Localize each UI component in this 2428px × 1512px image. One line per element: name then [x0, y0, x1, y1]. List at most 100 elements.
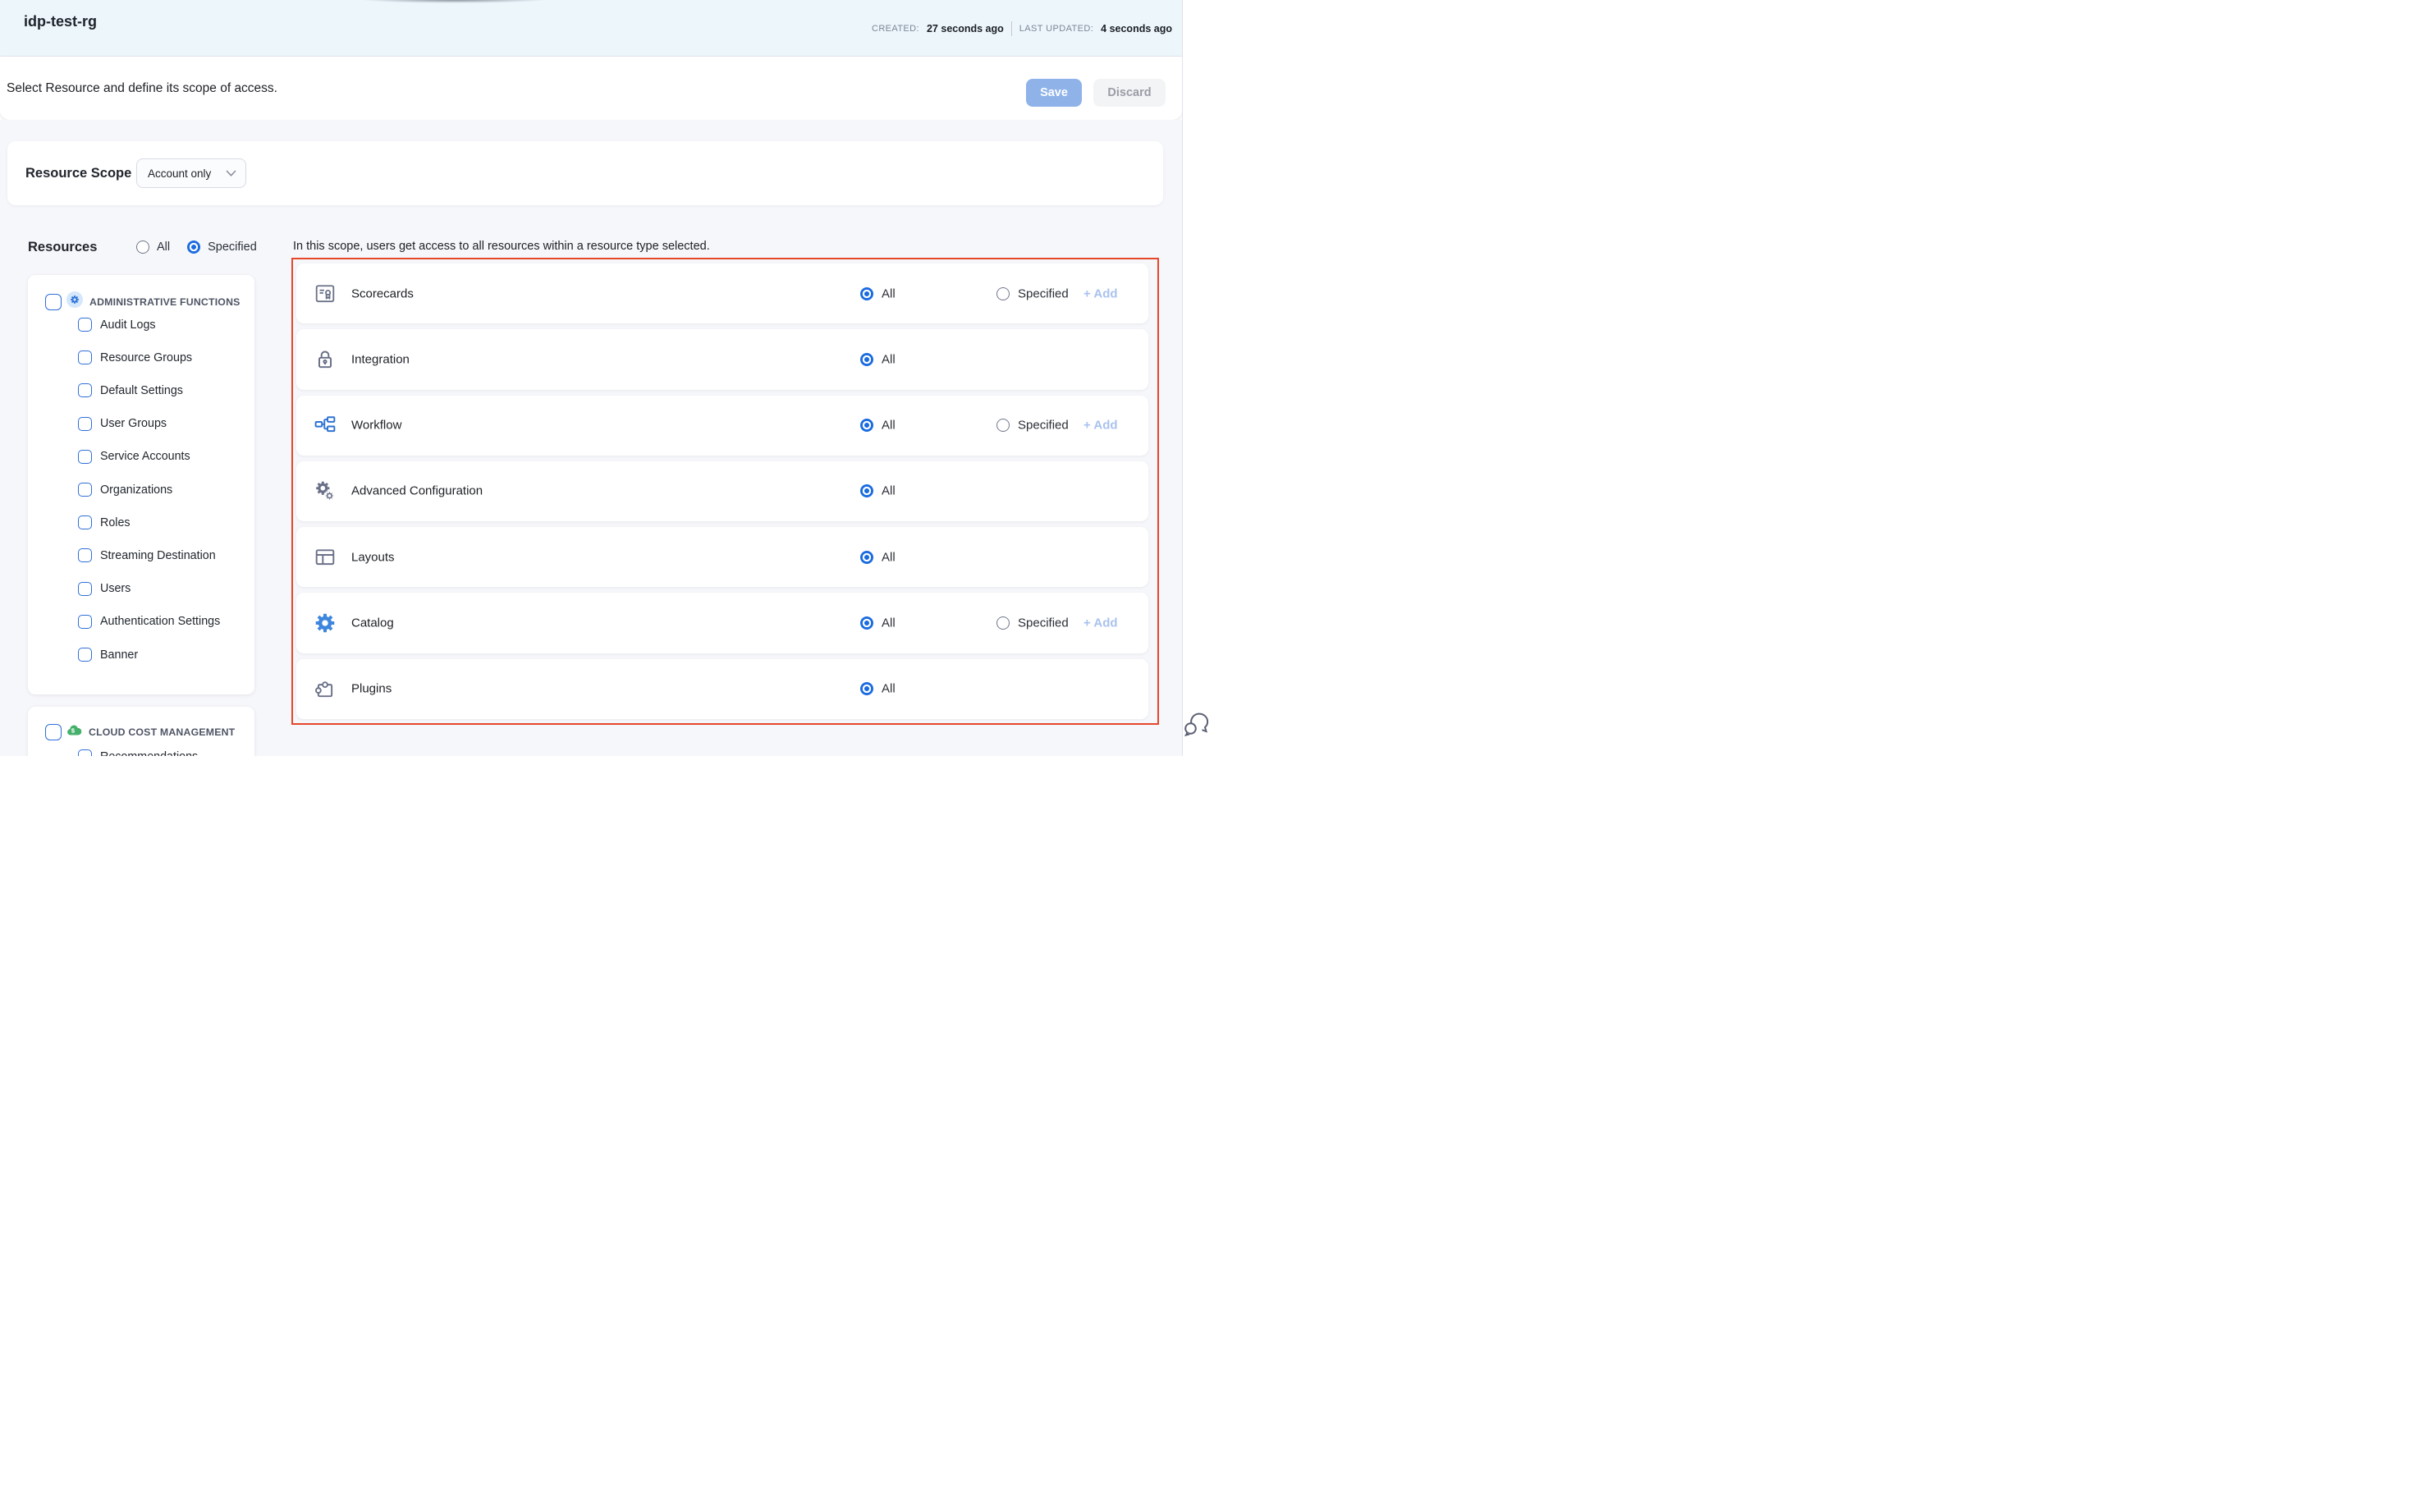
- specified-label: Specified: [1018, 419, 1069, 433]
- scope-description: In this scope, users get access to all r…: [293, 240, 710, 253]
- last-updated-value: 4 seconds ago: [1101, 23, 1172, 34]
- resources-header: Resources All Specified: [28, 238, 257, 256]
- all-radio[interactable]: [860, 419, 873, 432]
- item-checkbox[interactable]: [78, 548, 92, 562]
- resource-group-card: ADMINISTRATIVE FUNCTIONSAudit LogsResour…: [28, 275, 254, 694]
- all-label: All: [882, 352, 896, 366]
- page-header: idp-test-rg CREATED: 27 seconds ago LAST…: [0, 0, 1182, 57]
- resource-scope-dropdown[interactable]: Account only: [136, 158, 246, 188]
- gear-badge-icon: [66, 291, 83, 312]
- resource-item: Recommendations: [28, 749, 254, 756]
- add-link[interactable]: + Add: [1083, 616, 1118, 630]
- specified-radio[interactable]: [996, 287, 1010, 300]
- action-bar-description: Select Resource and define its scope of …: [7, 57, 277, 120]
- item-checkbox[interactable]: [78, 483, 92, 497]
- item-checkbox[interactable]: [78, 417, 92, 431]
- layout-icon: [314, 547, 336, 568]
- all-label: All: [882, 484, 896, 498]
- resource-type-name: Layouts: [351, 550, 395, 564]
- last-updated-label: LAST UPDATED:: [1019, 24, 1093, 34]
- resources-specified-radio[interactable]: [187, 241, 200, 254]
- add-link[interactable]: + Add: [1083, 286, 1118, 300]
- item-checkbox[interactable]: [78, 351, 92, 364]
- catalog-gear-icon: [314, 612, 336, 634]
- all-radio[interactable]: [860, 682, 873, 695]
- item-checkbox[interactable]: [78, 318, 92, 332]
- right-gutter: [1182, 0, 1214, 756]
- item-label: Streaming Destination: [100, 549, 216, 562]
- resource-type-name: Workflow: [351, 419, 401, 433]
- chat-bubbles-icon[interactable]: [1184, 710, 1212, 736]
- resource-group-header: $ CLOUD COST MANAGEMENT: [28, 723, 254, 741]
- content-area: Resource Scope Account only Resources Al…: [0, 120, 1182, 756]
- item-label: Service Accounts: [100, 450, 190, 463]
- item-checkbox[interactable]: [78, 582, 92, 596]
- resource-type-name: Integration: [351, 352, 410, 366]
- created-value: 27 seconds ago: [927, 23, 1004, 34]
- specified-label: Specified: [1018, 616, 1069, 630]
- item-checkbox[interactable]: [78, 450, 92, 464]
- resource-type-row: Advanced Configuration All: [296, 461, 1148, 521]
- chevron-down-icon: [226, 170, 236, 177]
- resources-specified-label: Specified: [208, 241, 257, 254]
- item-checkbox[interactable]: [78, 515, 92, 529]
- main-column: idp-test-rg CREATED: 27 seconds ago LAST…: [0, 0, 1182, 756]
- resource-types-highlight-box: ScorecardsAllSpecified+ AddIntegrationAl…: [291, 258, 1159, 725]
- resource-type-row: Integration All: [296, 329, 1148, 389]
- item-checkbox[interactable]: [78, 615, 92, 629]
- resource-item: Roles: [28, 515, 254, 529]
- resource-scope-card: Resource Scope Account only: [7, 141, 1163, 205]
- item-label: Resource Groups: [100, 351, 192, 364]
- all-radio[interactable]: [860, 287, 873, 300]
- resource-type-row: PluginsAll: [296, 659, 1148, 719]
- resources-all-radio[interactable]: [136, 241, 149, 254]
- resource-item: Resource Groups: [28, 351, 254, 364]
- all-radio[interactable]: [860, 616, 873, 630]
- group-name: CLOUD COST MANAGEMENT: [89, 726, 235, 738]
- specified-radio[interactable]: [996, 616, 1010, 630]
- meta-divider: [1011, 21, 1012, 36]
- lock-icon: [314, 349, 336, 370]
- created-label: CREATED:: [872, 24, 919, 34]
- all-radio[interactable]: [860, 484, 873, 497]
- resources-title: Resources: [28, 240, 136, 255]
- resource-item: User Groups: [28, 417, 254, 431]
- item-label: Recommendations: [100, 750, 198, 757]
- resource-scope-label: Resource Scope: [25, 141, 131, 205]
- item-checkbox[interactable]: [78, 383, 92, 397]
- group-checkbox[interactable]: [45, 724, 62, 740]
- resource-item: Users: [28, 582, 254, 596]
- item-label: Banner: [100, 648, 138, 662]
- resource-item: Authentication Settings: [28, 615, 254, 629]
- item-checkbox[interactable]: [78, 749, 92, 756]
- save-button[interactable]: Save: [1026, 79, 1082, 107]
- resource-type-row: CatalogAllSpecified+ Add: [296, 593, 1148, 653]
- gears-icon: [314, 480, 336, 502]
- item-label: User Groups: [100, 417, 167, 430]
- item-checkbox[interactable]: [78, 648, 92, 662]
- resource-type-name: Catalog: [351, 616, 394, 630]
- ccm-cloud-icon: $: [66, 723, 82, 741]
- scorecard-icon: [314, 283, 336, 305]
- resources-all-label: All: [157, 241, 170, 254]
- specified-radio[interactable]: [996, 419, 1010, 432]
- all-radio[interactable]: [860, 551, 873, 564]
- resource-item: Banner: [28, 648, 254, 662]
- resource-type-name: Advanced Configuration: [351, 484, 483, 498]
- all-radio[interactable]: [860, 353, 873, 366]
- resource-group-card: $ CLOUD COST MANAGEMENT Recommendations: [28, 707, 254, 756]
- resource-type-row: WorkflowAllSpecified+ Add: [296, 396, 1148, 456]
- svg-text:$: $: [71, 727, 76, 735]
- group-checkbox[interactable]: [45, 294, 62, 310]
- add-link[interactable]: + Add: [1083, 419, 1118, 433]
- item-label: Roles: [100, 516, 131, 529]
- resource-item: Streaming Destination: [28, 548, 254, 562]
- puzzle-icon: [314, 678, 336, 699]
- header-meta: CREATED: 27 seconds ago LAST UPDATED: 4 …: [872, 0, 1172, 57]
- item-label: Authentication Settings: [100, 615, 220, 628]
- resource-item: Default Settings: [28, 383, 254, 397]
- resource-type-row: LayoutsAll: [296, 527, 1148, 587]
- item-label: Default Settings: [100, 384, 183, 397]
- discard-button[interactable]: Discard: [1093, 79, 1166, 107]
- resource-group-header: ADMINISTRATIVE FUNCTIONS: [28, 291, 254, 312]
